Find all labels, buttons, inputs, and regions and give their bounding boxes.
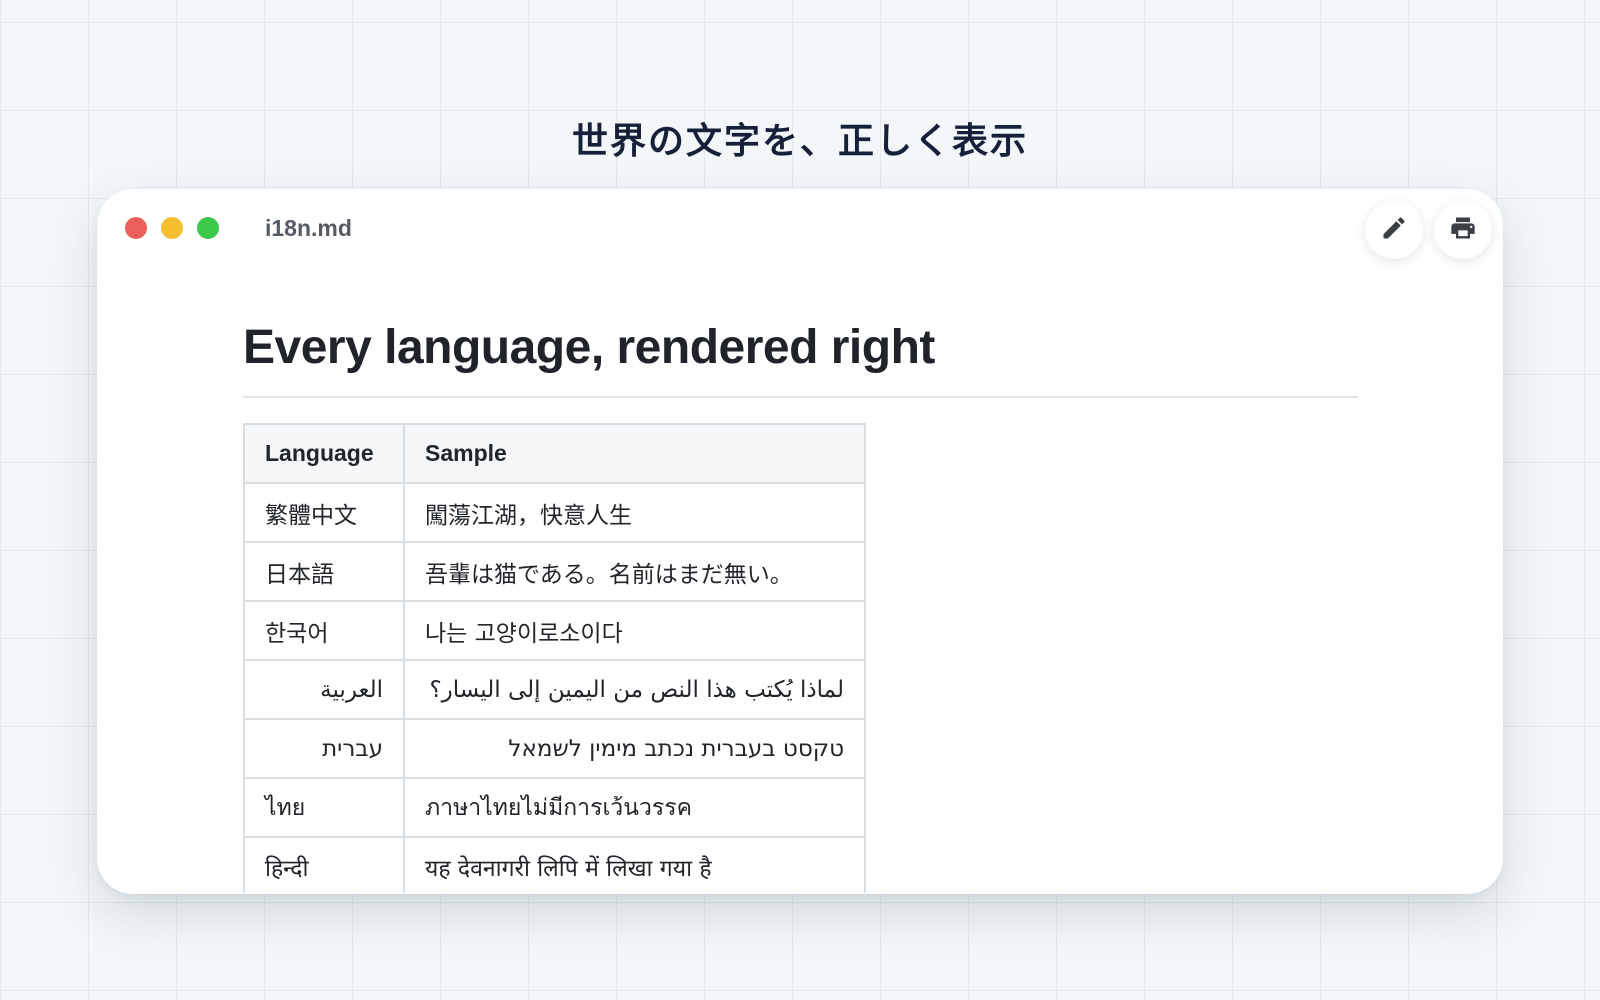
heading-divider — [243, 396, 1358, 398]
table-row: 한국어 나는 고양이로소이다 — [243, 600, 866, 661]
language-cell: עברית — [243, 718, 405, 779]
window-maximize-button[interactable] — [197, 217, 219, 239]
edit-button[interactable] — [1365, 201, 1423, 259]
language-cell: العربية — [243, 659, 405, 720]
column-header-sample: Sample — [403, 423, 866, 484]
table-row: ไทย ภาษาไทยไม่มีการเว้นวรรค — [243, 777, 866, 838]
language-table: Language Sample 繁體中文 闖蕩江湖，快意人生 日本語 吾輩は猫である。… — [243, 423, 866, 893]
language-cell: हिन्दी — [243, 836, 405, 893]
sample-cell: यह देवनागरी लिपि में लिखा गया है — [403, 836, 866, 893]
language-cell: ไทย — [243, 777, 405, 838]
table-row: 繁體中文 闖蕩江湖，快意人生 — [243, 482, 866, 543]
print-button[interactable] — [1434, 201, 1492, 259]
window-minimize-button[interactable] — [161, 217, 183, 239]
sample-cell: 나는 고양이로소이다 — [403, 600, 866, 661]
language-cell: 日本語 — [243, 541, 405, 602]
sample-cell: 吾輩は猫である。名前はまだ無い。 — [403, 541, 866, 602]
printer-icon — [1449, 214, 1477, 246]
table-header-row: Language Sample — [243, 423, 866, 484]
sample-cell: 闖蕩江湖，快意人生 — [403, 482, 866, 543]
language-table-container: Language Sample 繁體中文 闖蕩江湖，快意人生 日本語 吾輩は猫である。… — [243, 423, 867, 893]
sample-cell: لماذا يُكتب هذا النص من اليمين إلى اليسا… — [403, 659, 866, 720]
table-row: עברית טקסט בעברית נכתב מימין לשמאל — [243, 718, 866, 779]
pencil-icon — [1380, 214, 1408, 246]
table-row: हिन्दी यह देवनागरी लिपि में लिखा गया है — [243, 836, 866, 893]
sample-cell: ภาษาไทยไม่มีการเว้นวรรค — [403, 777, 866, 838]
language-cell: 繁體中文 — [243, 482, 405, 543]
document-heading: Every language, rendered right — [243, 321, 935, 374]
table-row: العربية لماذا يُكتب هذا النص من اليمين إل… — [243, 659, 866, 720]
language-cell: 한국어 — [243, 600, 405, 661]
sample-cell: טקסט בעברית נכתב מימין לשמאל — [403, 718, 866, 779]
table-row: 日本語 吾輩は猫である。名前はまだ無い。 — [243, 541, 866, 602]
window-close-button[interactable] — [125, 217, 147, 239]
page-headline: 世界の文字を、正しく表示 — [571, 121, 1028, 162]
column-header-language: Language — [243, 423, 405, 484]
window-title: i18n.md — [265, 215, 352, 241]
